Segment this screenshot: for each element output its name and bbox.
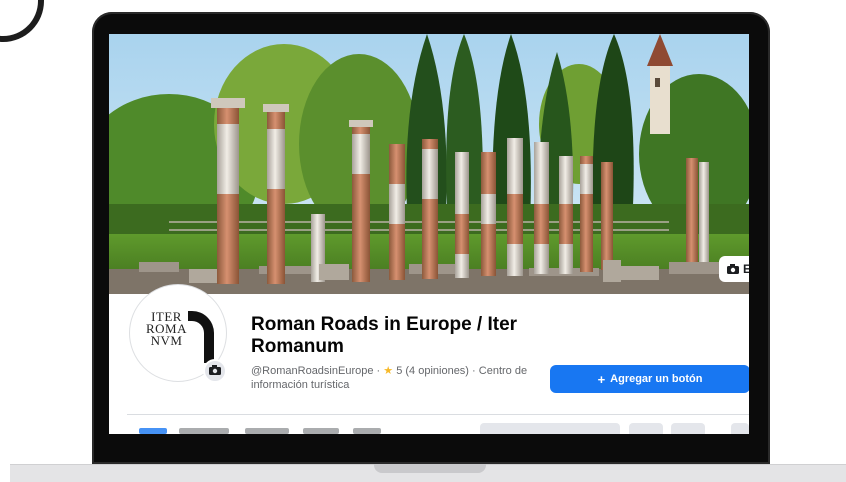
- separator: ·: [472, 365, 476, 377]
- camera-icon: [209, 362, 221, 380]
- separator: ·: [376, 365, 381, 377]
- page-title: Roman Roads in Europe / Iter Romanum: [251, 314, 518, 357]
- update-profile-picture-button[interactable]: [203, 359, 227, 383]
- decorative-arc: [0, 0, 44, 42]
- tab-cutoff[interactable]: [245, 428, 289, 434]
- facebook-page-screen: E ITER ROMA NVM Roman Roads in Europe / …: [109, 34, 749, 434]
- action-button-cutoff[interactable]: [671, 423, 705, 434]
- plus-icon: +: [597, 371, 606, 387]
- iter-romanum-logo-text: ITER ROMA NVM: [146, 310, 187, 348]
- logo-line: NVM: [150, 333, 183, 348]
- rating-link[interactable]: 5 (4 opiniones): [396, 365, 469, 377]
- tab-cutoff[interactable]: [303, 428, 339, 434]
- camera-icon: [727, 264, 739, 274]
- action-button-cutoff[interactable]: [629, 423, 663, 434]
- tab-cutoff[interactable]: [353, 428, 381, 434]
- laptop-base-notch: [374, 464, 486, 473]
- add-button-label: Agregar un botón: [610, 373, 703, 385]
- logo-arc-shape: [188, 311, 214, 363]
- add-button-button[interactable]: + Agregar un botón: [550, 365, 749, 393]
- tab-cutoff[interactable]: [139, 428, 167, 434]
- tab-cutoff[interactable]: [179, 428, 229, 434]
- action-button-cutoff[interactable]: [480, 423, 620, 434]
- action-button-cutoff[interactable]: [731, 423, 749, 434]
- cover-photo-image: [109, 34, 749, 294]
- edit-cover-button[interactable]: E: [719, 256, 749, 282]
- profile-divider: [127, 414, 749, 415]
- edit-cover-label: E: [743, 262, 749, 276]
- cover-photo: E: [109, 34, 749, 294]
- page-handle[interactable]: @RomanRoadsinEurope: [251, 365, 373, 377]
- star-icon: ★: [383, 365, 394, 377]
- page-meta-line: @RomanRoadsinEurope · ★ 5 (4 opiniones) …: [251, 364, 551, 392]
